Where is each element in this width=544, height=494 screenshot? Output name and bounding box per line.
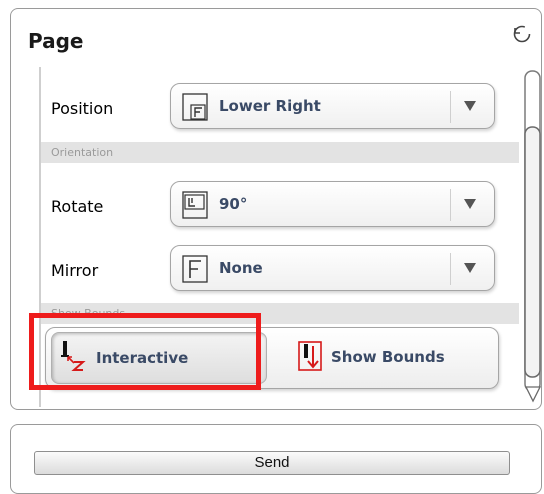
rotate-row: Rotate 90° [41, 165, 519, 227]
show-bounds-label: Show Bounds [331, 348, 445, 366]
mirror-dropdown[interactable]: None [170, 245, 495, 291]
rotate-value: 90° [219, 195, 248, 213]
bounds-toggle-group: Interactive Show Bounds [45, 327, 499, 389]
dropdown-separator [450, 189, 451, 221]
rotate-dropdown[interactable]: 90° [170, 181, 495, 227]
interactive-cursor-icon [61, 341, 86, 371]
show-bounds-button[interactable]: Show Bounds [292, 328, 492, 388]
dropdown-arrow-icon [464, 263, 476, 273]
position-row: Position Lower Right [41, 77, 519, 139]
frame-f-icon [182, 255, 208, 283]
position-label: Position [51, 99, 114, 118]
send-button[interactable]: Send [34, 451, 510, 475]
show-bounds-icon [298, 341, 322, 371]
refresh-icon[interactable] [511, 23, 533, 45]
mirror-row: Mirror None [41, 229, 519, 291]
panel-header: Page [11, 9, 541, 67]
interactive-label: Interactive [96, 349, 189, 367]
frame-f-icon [182, 93, 208, 121]
page-panel: Page Position Lower Right Orientation Ro… [10, 8, 542, 410]
position-dropdown[interactable]: Lower Right [170, 83, 495, 129]
dropdown-separator [450, 91, 451, 123]
section-show-bounds: Show Bounds [41, 303, 519, 324]
rotate-label: Rotate [51, 197, 104, 216]
panel-title: Page [28, 29, 84, 53]
frame-rotated-icon [182, 191, 208, 219]
dropdown-arrow-icon [464, 101, 476, 111]
dropdown-separator [450, 253, 451, 285]
position-value: Lower Right [219, 97, 321, 115]
settings-list: Position Lower Right Orientation Rotate [39, 67, 519, 407]
section-orientation: Orientation [41, 142, 519, 163]
send-panel: Send [10, 424, 542, 494]
mirror-label: Mirror [51, 261, 99, 280]
vertical-scrollbar[interactable] [523, 67, 542, 407]
interactive-button[interactable]: Interactive [51, 332, 267, 384]
mirror-value: None [219, 259, 263, 277]
dropdown-arrow-icon [464, 199, 476, 209]
